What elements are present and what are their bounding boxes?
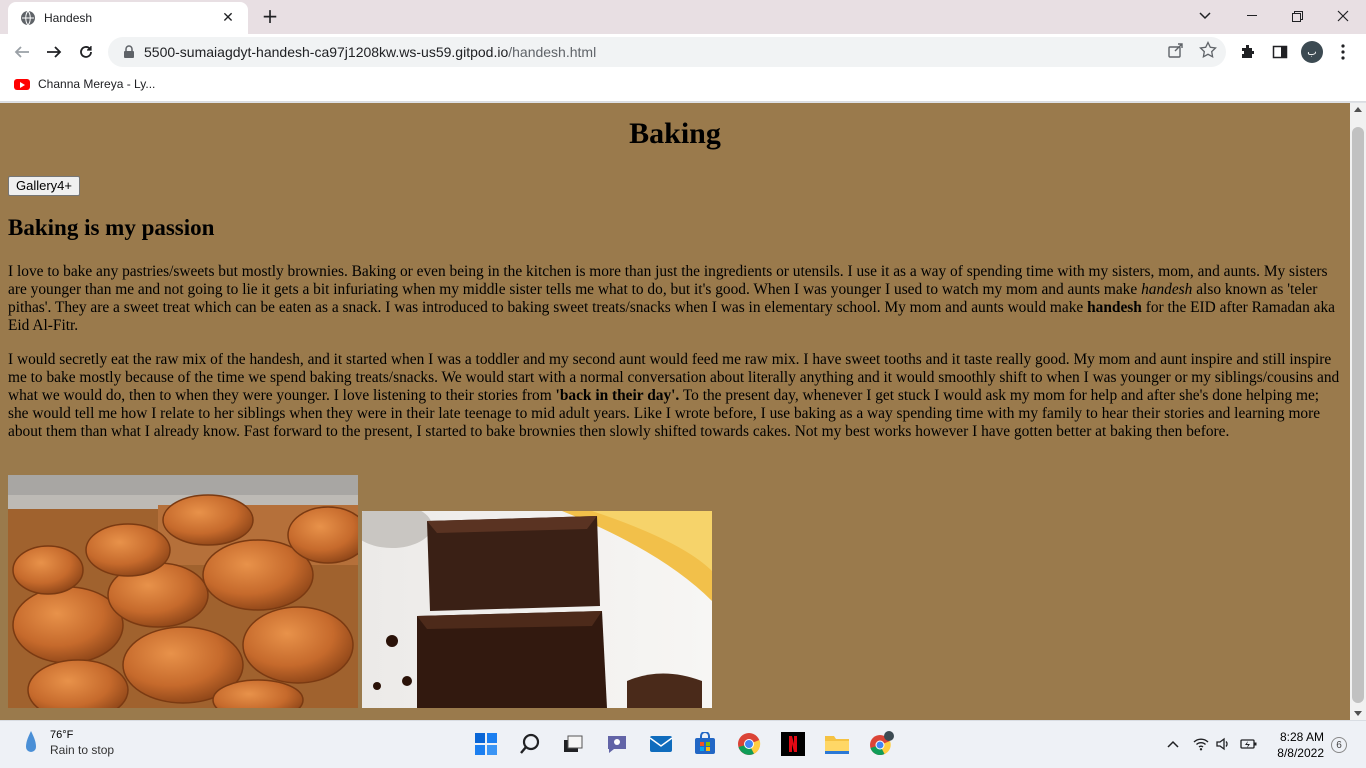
paragraph-intro: I love to bake any pastries/sweets but m… bbox=[8, 263, 1335, 334]
section-heading: Baking is my passion bbox=[8, 215, 215, 240]
minimize-button[interactable] bbox=[1237, 4, 1267, 28]
bookmarks-bar: Channa Mereya - Ly... bbox=[0, 70, 1366, 102]
restore-button[interactable] bbox=[1282, 4, 1312, 28]
task-view-icon[interactable] bbox=[560, 731, 586, 757]
share-icon[interactable] bbox=[1167, 41, 1185, 59]
bookmark-label: Channa Mereya - Ly... bbox=[38, 77, 156, 91]
back-arrow-icon[interactable] bbox=[10, 40, 34, 64]
chrome-icon[interactable] bbox=[736, 731, 762, 757]
bookmark-channa-mereya[interactable]: Channa Mereya - Ly... bbox=[14, 77, 155, 91]
close-tab-icon[interactable]: ✕ bbox=[220, 10, 236, 26]
wifi-icon[interactable] bbox=[1192, 735, 1210, 753]
page-viewport: Baking Gallery4+ Baking is my passion I … bbox=[0, 103, 1350, 720]
profile-avatar[interactable]: ب bbox=[1301, 41, 1323, 63]
gallery-button[interactable]: Gallery4+ bbox=[8, 176, 80, 196]
close-window-button[interactable] bbox=[1328, 4, 1358, 28]
teams-chat-icon[interactable] bbox=[604, 731, 630, 757]
more-options-icon[interactable] bbox=[1333, 42, 1353, 62]
raindrop-icon bbox=[26, 731, 36, 752]
extensions-icon[interactable] bbox=[1238, 42, 1258, 62]
battery-icon[interactable] bbox=[1240, 735, 1258, 753]
mail-icon[interactable] bbox=[648, 731, 674, 757]
globe-icon bbox=[21, 10, 35, 26]
scroll-thumb[interactable] bbox=[1352, 127, 1364, 703]
weather-temperature: 76°F bbox=[50, 729, 74, 741]
side-panel-icon[interactable] bbox=[1270, 42, 1290, 62]
reload-icon[interactable] bbox=[74, 40, 98, 64]
address-bar[interactable]: 5500-sumaiagdyt-handesh-ca97j1208kw.ws-u… bbox=[108, 37, 1226, 67]
microsoft-store-icon[interactable] bbox=[692, 731, 718, 757]
netflix-icon[interactable] bbox=[780, 731, 806, 757]
forward-arrow-icon[interactable] bbox=[42, 40, 66, 64]
lock-icon[interactable] bbox=[122, 45, 136, 59]
weather-condition: Rain to stop bbox=[50, 743, 115, 757]
star-icon[interactable] bbox=[1199, 41, 1217, 59]
youtube-icon bbox=[14, 78, 30, 90]
chrome-profile-icon[interactable] bbox=[868, 731, 894, 757]
file-explorer-icon[interactable] bbox=[824, 731, 850, 757]
search-icon[interactable] bbox=[517, 731, 543, 757]
windows-start-icon[interactable] bbox=[473, 731, 499, 757]
notification-badge[interactable]: 6 bbox=[1331, 737, 1347, 753]
clock-time: 8:28 AM bbox=[1279, 730, 1324, 744]
new-tab-button[interactable]: + bbox=[260, 6, 280, 26]
scroll-up-arrow-icon[interactable] bbox=[1354, 107, 1362, 112]
brownie-photo bbox=[362, 511, 712, 708]
tab-title: Handesh bbox=[44, 11, 93, 25]
handesh-photo bbox=[8, 475, 358, 708]
tab-search-icon[interactable] bbox=[1190, 4, 1220, 28]
paragraph-story: I would secretly eat the raw mix of the … bbox=[8, 351, 1340, 440]
url-text: 5500-sumaiagdyt-handesh-ca97j1208kw.ws-u… bbox=[144, 44, 597, 60]
browser-toolbar: 5500-sumaiagdyt-handesh-ca97j1208kw.ws-u… bbox=[0, 34, 1366, 70]
scroll-down-arrow-icon[interactable] bbox=[1354, 711, 1362, 716]
browser-tab[interactable]: Handesh ✕ bbox=[8, 2, 248, 34]
clock-date: 8/8/2022 bbox=[1277, 746, 1324, 760]
system-clock[interactable]: 8:28 AM 8/8/2022 bbox=[1262, 729, 1324, 761]
chevron-up-icon[interactable] bbox=[1164, 735, 1182, 753]
page-title: Baking bbox=[629, 117, 721, 150]
volume-icon[interactable] bbox=[1214, 735, 1232, 753]
page-scrollbar[interactable] bbox=[1350, 103, 1366, 720]
weather-widget[interactable]: 76°F Rain to stop bbox=[22, 729, 114, 757]
tab-strip: Handesh ✕ + bbox=[0, 0, 1366, 34]
windows-taskbar: 76°F Rain to stop 8:28 AM 8/8/2022 6 bbox=[0, 720, 1366, 768]
